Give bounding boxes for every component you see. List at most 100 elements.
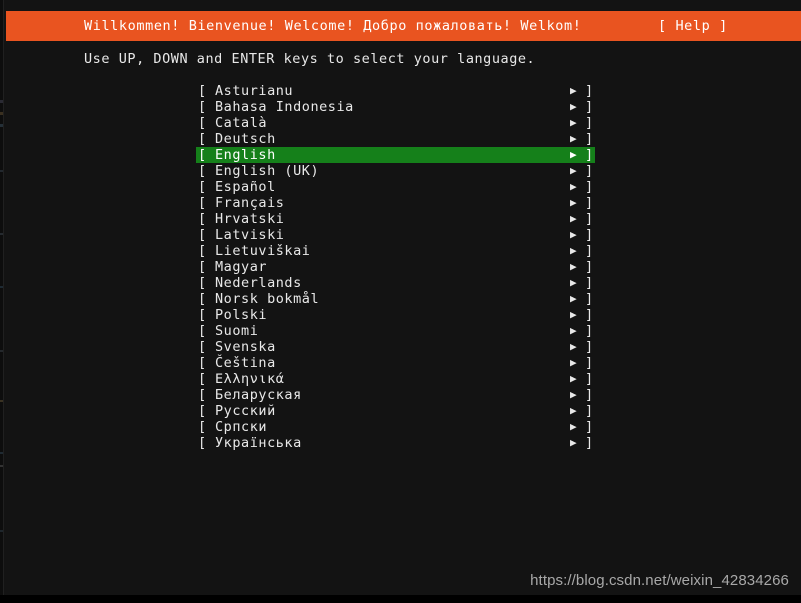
- bracket-open: [: [198, 195, 207, 211]
- language-option-label: English (UK): [215, 163, 320, 179]
- language-list: [ Asturianu ▶] [ Bahasa Indonesia ▶] [ Català ▶]…: [196, 83, 595, 451]
- language-option[interactable]: [Polski ▶]: [196, 307, 595, 323]
- language-option-label: Hrvatski: [215, 211, 285, 227]
- bracket-open: [: [198, 275, 207, 291]
- bracket-open: [: [198, 227, 207, 243]
- bracket-open: [: [198, 83, 207, 99]
- bracket-open: [: [198, 339, 207, 355]
- submenu-arrow-icon: ▶: [570, 148, 578, 161]
- bracket-close: ]: [585, 419, 594, 435]
- bracket-close: ]: [585, 435, 594, 451]
- terminal-body: Willkommen! Bienvenue! Welcome! Добро по…: [3, 0, 801, 595]
- language-option[interactable]: [Русский ▶]: [196, 403, 595, 419]
- bracket-open: [: [198, 147, 207, 163]
- left-edge-line: [3, 0, 4, 595]
- header-bar: Willkommen! Bienvenue! Welcome! Добро по…: [6, 11, 801, 41]
- submenu-arrow-icon: ▶: [570, 388, 578, 401]
- help-button[interactable]: [ Help ]: [658, 19, 728, 34]
- bracket-close: ]: [585, 307, 594, 323]
- submenu-arrow-icon: ▶: [570, 420, 578, 433]
- bracket-close: ]: [585, 371, 594, 387]
- submenu-arrow-icon: ▶: [570, 404, 578, 417]
- bracket-close: ]: [585, 115, 594, 131]
- bracket-close: ]: [585, 243, 594, 259]
- language-option-label: Nederlands: [215, 275, 302, 291]
- language-option-label: Asturianu: [215, 83, 294, 99]
- language-option[interactable]: [Suomi ▶]: [196, 323, 595, 339]
- bracket-open: [: [198, 179, 207, 195]
- bracket-open: [: [198, 435, 207, 451]
- bracket-open: [: [198, 211, 207, 227]
- bracket-close: ]: [585, 291, 594, 307]
- watermark-url: https://blog.csdn.net/weixin_42834266: [530, 572, 789, 589]
- language-option[interactable]: [English (UK) ▶]: [196, 163, 595, 179]
- language-option[interactable]: [Deutsch ▶]: [196, 131, 595, 147]
- bracket-close: ]: [585, 403, 594, 419]
- submenu-arrow-icon: ▶: [570, 436, 578, 449]
- submenu-arrow-icon: ▶: [570, 84, 578, 97]
- language-option-label: Svenska: [215, 339, 276, 355]
- bracket-close: ]: [585, 83, 594, 99]
- language-option-label: Deutsch: [215, 131, 276, 147]
- language-option[interactable]: [Nederlands ▶]: [196, 275, 595, 291]
- submenu-arrow-icon: ▶: [570, 324, 578, 337]
- language-option[interactable]: [ Lietuviškai ▶]: [196, 243, 595, 259]
- language-option[interactable]: [Magyar ▶]: [196, 259, 595, 275]
- bracket-open: [: [198, 323, 207, 339]
- bracket-open: [: [198, 259, 207, 275]
- language-option-label: Ελληνικά: [215, 371, 285, 387]
- bracket-open: [: [198, 291, 207, 307]
- bracket-open: [: [198, 307, 207, 323]
- instruction-text: Use UP, DOWN and ENTER keys to select yo…: [84, 51, 536, 67]
- bracket-close: ]: [585, 355, 594, 371]
- language-option[interactable]: [Svenska ▶]: [196, 339, 595, 355]
- submenu-arrow-icon: ▶: [570, 308, 578, 321]
- language-option[interactable]: [Čeština ▶]: [196, 355, 595, 371]
- bracket-close: ]: [585, 99, 594, 115]
- submenu-arrow-icon: ▶: [570, 180, 578, 193]
- bracket-close: ]: [585, 323, 594, 339]
- language-option[interactable]: [Беларуская ▶]: [196, 387, 595, 403]
- bracket-close: ]: [585, 227, 594, 243]
- language-option[interactable]: [ Українська ▶]: [196, 435, 595, 451]
- bracket-open: [: [198, 243, 207, 259]
- installer-screen: Willkommen! Bienvenue! Welcome! Добро по…: [0, 0, 801, 603]
- language-option[interactable]: [Српски ▶]: [196, 419, 595, 435]
- language-option-label: Lietuviškai: [215, 243, 311, 259]
- language-option[interactable]: [Latviski ▶]: [196, 227, 595, 243]
- submenu-arrow-icon: ▶: [570, 244, 578, 257]
- language-option-label: Bahasa Indonesia: [215, 99, 354, 115]
- submenu-arrow-icon: ▶: [570, 276, 578, 289]
- language-option-label: Español: [215, 179, 276, 195]
- language-option[interactable]: [Bahasa Indonesia ▶]: [196, 99, 595, 115]
- bracket-open: [: [198, 371, 207, 387]
- bracket-open: [: [198, 99, 207, 115]
- language-option[interactable]: [Català ▶]: [196, 115, 595, 131]
- language-option[interactable]: [Norsk bokmål ▶]: [196, 291, 595, 307]
- language-option[interactable]: [ Ελληνικά ▶]: [196, 371, 595, 387]
- submenu-arrow-icon: ▶: [570, 116, 578, 129]
- language-option[interactable]: [Hrvatski ▶]: [196, 211, 595, 227]
- bracket-close: ]: [585, 259, 594, 275]
- language-option[interactable]: [English ▶]: [196, 147, 595, 163]
- language-option[interactable]: [ Asturianu ▶]: [196, 83, 595, 99]
- bracket-close: ]: [585, 179, 594, 195]
- language-option-label: Српски: [215, 419, 268, 435]
- submenu-arrow-icon: ▶: [570, 212, 578, 225]
- submenu-arrow-icon: ▶: [570, 132, 578, 145]
- language-option-label: Français: [215, 195, 285, 211]
- language-option-label: Norsk bokmål: [215, 291, 320, 307]
- language-option[interactable]: [Français ▶]: [196, 195, 595, 211]
- language-option-label: Українська: [215, 435, 302, 451]
- bracket-close: ]: [585, 147, 594, 163]
- language-option-label: Беларуская: [215, 387, 302, 403]
- bottom-black-band: [0, 595, 801, 603]
- bracket-close: ]: [585, 163, 594, 179]
- language-option[interactable]: [ Español ▶]: [196, 179, 595, 195]
- bracket-open: [: [198, 163, 207, 179]
- submenu-arrow-icon: ▶: [570, 372, 578, 385]
- language-option-label: Català: [215, 115, 268, 131]
- bracket-open: [: [198, 387, 207, 403]
- bracket-close: ]: [585, 195, 594, 211]
- bracket-open: [: [198, 355, 207, 371]
